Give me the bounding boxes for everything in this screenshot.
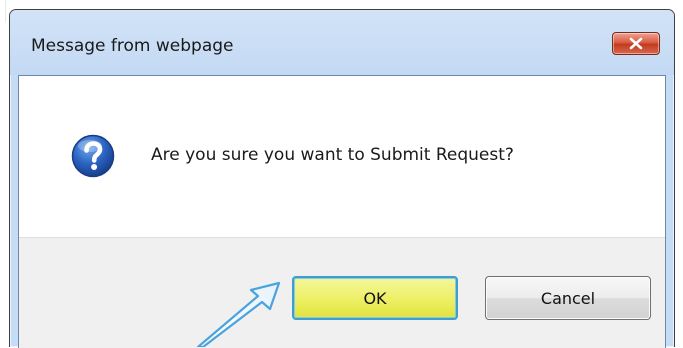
dialog-message: Are you sure you want to Submit Request?	[151, 145, 514, 165]
page-edge-line	[5, 0, 6, 22]
question-icon	[71, 134, 115, 178]
dialog-content: Are you sure you want to Submit Request?…	[18, 75, 666, 348]
close-icon	[629, 37, 643, 50]
ok-button[interactable]: OK	[292, 276, 458, 320]
dialog-title: Message from webpage	[31, 36, 234, 56]
message-dialog: Message from webpage Are you sure you wa…	[9, 9, 675, 348]
close-button[interactable]	[612, 32, 660, 55]
button-bar: OK Cancel	[19, 237, 665, 348]
dialog-titlebar[interactable]: Message from webpage	[10, 10, 674, 75]
cancel-button[interactable]: Cancel	[485, 276, 651, 320]
message-area: Are you sure you want to Submit Request?	[19, 76, 665, 237]
